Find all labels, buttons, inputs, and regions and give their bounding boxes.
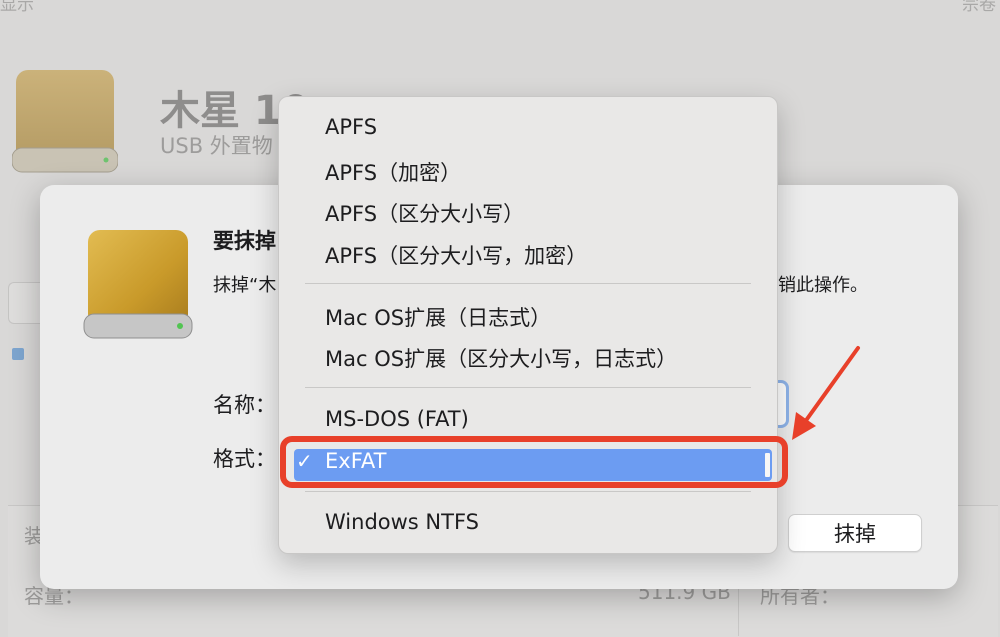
menu-separator xyxy=(305,283,751,284)
menu-item-apfs[interactable]: APFS xyxy=(325,115,377,139)
menu-item-macos-case-sensitive-journaled[interactable]: Mac OS扩展（区分大小写，日志式） xyxy=(325,343,677,373)
sheet-description-end: 销此操作。 xyxy=(778,275,868,296)
menu-separator xyxy=(305,387,751,388)
menu-item-apfs-case-sensitive[interactable]: APFS（区分大小写） xyxy=(325,198,524,228)
menu-item-windows-ntfs[interactable]: Windows NTFS xyxy=(325,510,479,534)
annotation-arrow-icon xyxy=(792,346,860,440)
sheet-title: 要抹掉 xyxy=(213,229,276,253)
menu-item-apfs-case-sensitive-encrypted[interactable]: APFS（区分大小写，加密） xyxy=(325,240,587,270)
external-disk-icon xyxy=(83,230,193,339)
name-label: 名称： xyxy=(213,393,276,417)
erase-button[interactable]: 抹掉 xyxy=(788,514,922,552)
menu-item-macos-journaled[interactable]: Mac OS扩展（日志式） xyxy=(325,302,551,332)
external-disk-icon xyxy=(12,70,118,173)
format-label: 格式： xyxy=(213,447,276,471)
window-menu-text: 显示 xyxy=(0,0,34,15)
menu-item-apfs-encrypted[interactable]: APFS（加密） xyxy=(325,157,461,187)
menu-item-ms-dos-fat[interactable]: MS-DOS (FAT) xyxy=(325,407,469,431)
menu-separator xyxy=(305,491,751,492)
sheet-description: 抹掉“木 xyxy=(213,275,277,296)
annotation-highlight-box xyxy=(280,436,788,488)
window-toolbar-text: 宗卷 xyxy=(962,0,996,15)
disk-subtitle: USB 外置物 xyxy=(160,134,273,158)
legend-swatch xyxy=(12,348,24,360)
